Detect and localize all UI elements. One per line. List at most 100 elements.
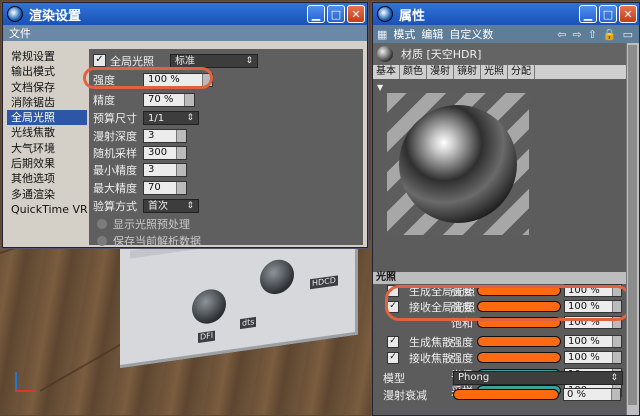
tab-assignment[interactable]: 分配 — [508, 65, 535, 79]
field-label: 精度 — [93, 93, 115, 107]
field-row: 验算方式 首次 — [89, 197, 199, 214]
maximize-button[interactable]: □ — [599, 5, 617, 23]
tab-reflection[interactable]: 镜射 — [454, 65, 481, 79]
accuracy-input[interactable]: 70 % — [143, 92, 195, 107]
model-label: 模型 — [383, 371, 405, 385]
tab-bar: 基本 颜色 漫射 镜射 光照 分配 — [373, 65, 639, 79]
back-arrow-icon[interactable]: ⇦ — [557, 28, 566, 41]
lock-icon[interactable]: 🔒 — [603, 28, 617, 41]
minimize-button[interactable]: ▁ — [579, 5, 597, 23]
up-arrow-icon[interactable]: ⇧ — [588, 28, 597, 41]
row-slider[interactable] — [477, 336, 561, 347]
min-resolution-input[interactable]: 3 — [143, 162, 187, 177]
slider-fill — [478, 337, 560, 346]
material-preview — [387, 93, 529, 235]
illumination-row: ✓ 生成焦散 强度 100 % — [373, 334, 639, 349]
row-slider[interactable] — [477, 352, 561, 363]
diffuse-falloff-label: 漫射衰减 — [383, 388, 427, 402]
field-row: 随机采样 300 — [89, 144, 187, 161]
menu-item-mode[interactable]: 模式 — [393, 26, 415, 42]
scrollbar[interactable] — [626, 43, 639, 415]
close-button[interactable]: ✕ — [619, 5, 637, 23]
collapse-arrow-icon[interactable]: ▼ — [377, 83, 383, 92]
field-row: 预算尺寸 1/1 — [89, 109, 199, 126]
knob — [260, 257, 294, 297]
material-header: 材质 [天空HDR] — [373, 43, 639, 65]
row-checkbox[interactable]: ✓ — [387, 351, 399, 364]
radio-row: 显示光照预处理 — [89, 215, 190, 232]
category-item[interactable]: 消除锯齿 — [7, 95, 87, 110]
attr-titlebar[interactable]: 属性 ▁ □ ✕ — [373, 3, 639, 25]
axis-gizmo — [6, 366, 40, 406]
field-row: 最小精度 3 — [89, 161, 187, 178]
category-item[interactable]: 文档保存 — [7, 80, 87, 95]
radio-row: 保存当前解析数据 — [89, 232, 201, 249]
illumination-row: ✓ 接收焦散 强度 100 % — [373, 350, 639, 365]
app-icon — [7, 6, 23, 22]
label-plate: dts — [240, 316, 257, 330]
category-item[interactable]: 大气环境 — [7, 141, 87, 156]
amplifier-model: DFI dts HDCD — [120, 240, 358, 368]
tab-color[interactable]: 颜色 — [400, 65, 427, 79]
diffuse-falloff-value[interactable]: 0 % — [563, 388, 621, 401]
menubar: 文件 — [3, 25, 367, 41]
gi-mode-dropdown[interactable]: 标准 — [170, 53, 258, 68]
material-icon — [377, 46, 393, 62]
menu-item-file[interactable]: 文件 — [9, 25, 31, 41]
material-label: 材质 [天空HDR] — [401, 48, 482, 61]
field-label: 最大精度 — [93, 181, 137, 195]
label-plate: HDCD — [310, 275, 338, 290]
prepass-size-dropdown[interactable]: 1/1 — [143, 110, 199, 125]
knob — [192, 287, 226, 326]
category-item[interactable]: 输出模式 — [7, 64, 87, 79]
stochastic-samples-input[interactable]: 300 — [143, 145, 187, 160]
row-param-label: 强度 — [451, 335, 473, 349]
radio-label: 显示光照预处理 — [113, 217, 190, 231]
gi-checkbox[interactable]: ✓ — [93, 54, 106, 67]
category-item[interactable]: 后期效果 — [7, 156, 87, 171]
max-resolution-input[interactable]: 70 — [143, 180, 187, 195]
category-list: 常规设置 输出模式 文档保存 消除锯齿 全局光照 光线焦散 大气环境 后期效果 … — [7, 49, 88, 245]
category-item[interactable]: QuickTime VR — [7, 202, 88, 217]
viewport[interactable]: DFI dts HDCD — [0, 240, 372, 415]
category-item[interactable]: 多通渲染 — [7, 187, 87, 202]
row-value-input[interactable]: 100 % — [564, 351, 622, 364]
render-settings-window: 渲染设置 ▁ □ ✕ 文件 常规设置 输出模式 文档保存 消除锯齿 全局光照 光… — [2, 2, 368, 248]
field-label: 随机采样 — [93, 146, 137, 160]
radio-label: 保存当前解析数据 — [113, 234, 201, 248]
tab-diffusion[interactable]: 漫射 — [427, 65, 454, 79]
category-item[interactable]: 其他选项 — [7, 171, 87, 186]
maximize-button[interactable]: □ — [327, 5, 345, 23]
forward-arrow-icon[interactable]: ⇨ — [572, 28, 581, 41]
diffuse-falloff-slider[interactable] — [453, 389, 559, 400]
menu-item-edit[interactable]: 编辑 — [421, 26, 443, 42]
new-window-icon[interactable]: ▭ — [623, 28, 633, 41]
row-value-input[interactable]: 100 % — [564, 335, 622, 348]
model-dropdown[interactable]: Phong — [453, 370, 623, 385]
attr-toolbar: ▦ 模式 编辑 自定义数 ⇦ ⇨ ⇧ 🔒 ▭ — [373, 25, 639, 43]
scrollbar-thumb[interactable] — [628, 45, 637, 405]
show-prepass-radio[interactable] — [97, 218, 107, 229]
tab-basic[interactable]: 基本 — [373, 65, 400, 79]
menu-item-userdata[interactable]: 自定义数 — [449, 26, 493, 42]
category-item[interactable]: 常规设置 — [7, 49, 87, 64]
prepass-mode-dropdown[interactable]: 首次 — [143, 198, 199, 213]
category-item-selected[interactable]: 全局光照 — [7, 110, 87, 126]
category-item[interactable]: 光线焦散 — [7, 125, 87, 140]
diffuse-depth-input[interactable]: 3 — [143, 128, 187, 143]
row-checkbox[interactable]: ✓ — [387, 335, 399, 348]
row-param-label: 强度 — [451, 351, 473, 365]
field-row: 精度 70 % — [89, 91, 195, 108]
window-title: 渲染设置 — [29, 8, 82, 24]
field-label: 漫射深度 — [93, 129, 137, 143]
window-title: 属性 — [399, 8, 426, 24]
tab-illumination[interactable]: 光照 — [481, 65, 508, 79]
render-titlebar[interactable]: 渲染设置 ▁ □ ✕ — [3, 3, 367, 25]
chrome-sphere — [399, 105, 517, 223]
save-solution-radio[interactable] — [97, 235, 107, 246]
grid-icon[interactable]: ▦ — [377, 28, 387, 41]
minimize-button[interactable]: ▁ — [307, 5, 325, 23]
attributes-window: 属性 ▁ □ ✕ ▦ 模式 编辑 自定义数 ⇦ ⇨ ⇧ 🔒 ▭ 材质 [天空HD… — [372, 2, 640, 416]
app-icon — [377, 6, 393, 22]
close-button[interactable]: ✕ — [347, 5, 365, 23]
